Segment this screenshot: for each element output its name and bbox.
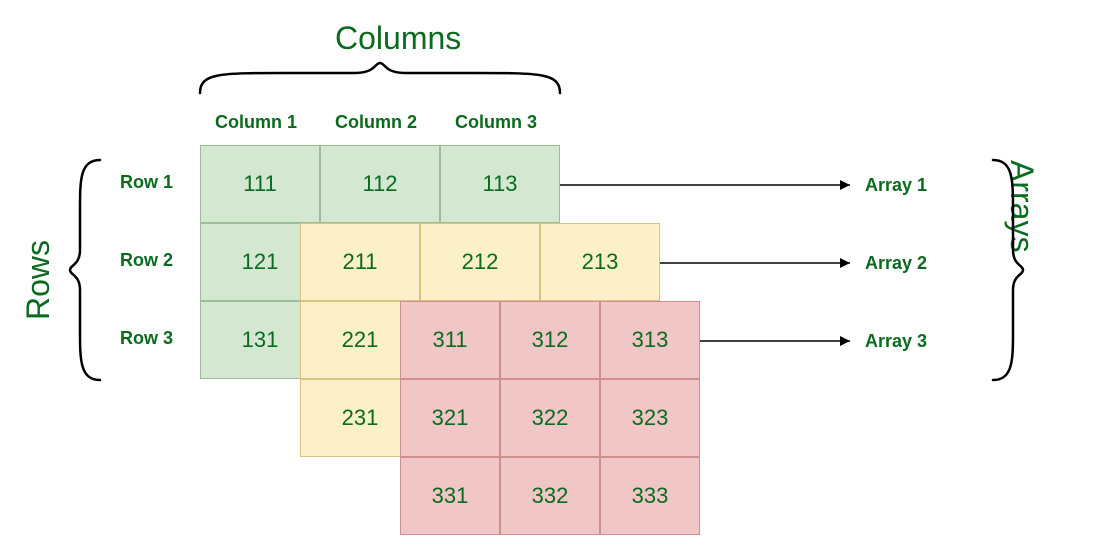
arrow-array-1 — [560, 175, 860, 195]
brace-arrays — [988, 155, 1028, 385]
rows-title: Rows — [20, 240, 57, 320]
brace-columns — [195, 58, 565, 98]
l3-cell-0-2: 313 — [600, 301, 700, 379]
row-header-1: Row 1 — [120, 172, 173, 193]
l3-cell-0-0: 311 — [400, 301, 500, 379]
row-header-3: Row 3 — [120, 328, 173, 349]
l3-cell-2-2: 333 — [600, 457, 700, 535]
l1-cell-0-0: 111 — [200, 145, 320, 223]
l3-cell-1-0: 321 — [400, 379, 500, 457]
array-label-2: Array 2 — [865, 253, 927, 274]
row-header-2: Row 2 — [120, 250, 173, 271]
array-label-3: Array 3 — [865, 331, 927, 352]
l2-cell-0-2: 213 — [540, 223, 660, 301]
column-header-2: Column 2 — [321, 112, 431, 133]
array-label-1: Array 1 — [865, 175, 927, 196]
column-header-1: Column 1 — [201, 112, 311, 133]
l1-cell-0-1: 112 — [320, 145, 440, 223]
l1-cell-0-2: 113 — [440, 145, 560, 223]
l3-cell-1-2: 323 — [600, 379, 700, 457]
brace-rows — [65, 155, 105, 385]
l3-cell-0-1: 312 — [500, 301, 600, 379]
arrow-array-2 — [660, 253, 860, 273]
column-header-3: Column 3 — [441, 112, 551, 133]
l3-cell-1-1: 322 — [500, 379, 600, 457]
l2-cell-0-0: 211 — [300, 223, 420, 301]
l3-cell-2-0: 331 — [400, 457, 500, 535]
columns-title: Columns — [335, 20, 461, 57]
l3-cell-2-1: 332 — [500, 457, 600, 535]
arrow-array-3 — [700, 331, 860, 351]
l2-cell-0-1: 212 — [420, 223, 540, 301]
